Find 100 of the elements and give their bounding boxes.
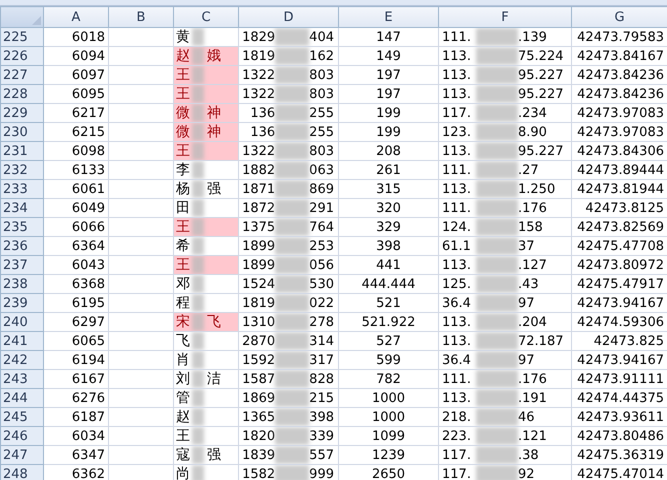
redaction-blur — [476, 218, 518, 236]
cell-text: 1872 — [242, 200, 276, 216]
column-header[interactable]: B — [108, 6, 174, 28]
redaction-blur — [476, 352, 518, 368]
redaction-blur — [275, 124, 310, 140]
row-header[interactable]: 227 — [0, 66, 44, 84]
cell-text: 1592 — [242, 352, 276, 368]
row-header[interactable]: 240 — [0, 312, 44, 332]
cell-text: 1882 — [242, 162, 276, 178]
cell-text: 1829 — [242, 30, 276, 44]
redaction-blur — [476, 66, 518, 84]
row-header[interactable]: 239 — [0, 294, 44, 312]
row-header[interactable]: 235 — [0, 218, 44, 236]
row-header[interactable]: 236 — [0, 236, 44, 256]
row-header[interactable]: 238 — [0, 274, 44, 294]
table-cell: 527 — [338, 332, 438, 350]
cell-text: 娥 — [207, 48, 221, 64]
redaction-blur — [275, 48, 310, 64]
row-header[interactable]: 230 — [0, 122, 44, 142]
row-header[interactable]: 231 — [0, 142, 44, 160]
redaction-blur — [275, 446, 310, 464]
cell-text: 803 — [309, 68, 334, 82]
table-cell: 329 — [338, 218, 438, 236]
redaction-blur — [192, 124, 204, 140]
row-header[interactable]: 225 — [0, 28, 44, 46]
row-header[interactable]: 243 — [0, 370, 44, 388]
redaction-blur — [192, 256, 204, 274]
cell-text: 022 — [309, 296, 334, 310]
redaction-blur — [275, 180, 310, 198]
cell-text: 111. — [442, 200, 472, 216]
row-header[interactable]: 226 — [0, 46, 44, 66]
redaction-blur — [192, 86, 204, 102]
cell-text: .27 — [518, 162, 539, 178]
cell-text: 255 — [309, 124, 334, 140]
row-header[interactable]: 242 — [0, 350, 44, 370]
row-header[interactable]: 247 — [0, 446, 44, 464]
table-cell: 261 — [338, 160, 438, 180]
table-cell: 6018 — [44, 28, 108, 46]
row-header[interactable]: 246 — [0, 426, 44, 446]
redaction-blur — [275, 352, 310, 368]
row-header[interactable]: 229 — [0, 104, 44, 122]
cell-text: 113. — [442, 144, 472, 158]
column-header[interactable]: A — [44, 6, 108, 28]
column-header[interactable]: F — [438, 6, 572, 28]
redaction-blur — [476, 294, 518, 312]
cell-text: 宋 — [176, 314, 190, 330]
cell-text: 162 — [309, 48, 334, 64]
cell-text: 1310 — [242, 314, 276, 330]
table-cell: 6347 — [44, 446, 108, 464]
cell-text: 113. — [442, 48, 472, 64]
cell-text: 李 — [176, 162, 190, 178]
cell-text: 王 — [176, 218, 190, 236]
row-header[interactable]: 241 — [0, 332, 44, 350]
table-cell: 197 — [338, 84, 438, 104]
redaction-blur — [275, 28, 310, 46]
cell-text: 1322 — [242, 144, 276, 158]
table-cell: 521.922 — [338, 312, 438, 332]
row-header[interactable]: 237 — [0, 256, 44, 274]
row-header[interactable]: 245 — [0, 408, 44, 426]
row-header[interactable]: 234 — [0, 198, 44, 218]
table-cell: 6297 — [44, 312, 108, 332]
cell-text: 123. — [442, 124, 472, 140]
row-header[interactable]: 233 — [0, 180, 44, 198]
table-cell: 521 — [338, 294, 438, 312]
redaction-blur — [476, 180, 518, 198]
cell-text: 764 — [309, 220, 334, 234]
cell-text: 215 — [309, 390, 334, 406]
column-header[interactable]: G — [572, 6, 667, 28]
row-header[interactable]: 248 — [0, 464, 44, 480]
row-header[interactable]: 232 — [0, 160, 44, 180]
cell-text: 869 — [309, 182, 334, 196]
redaction-blur — [192, 162, 204, 178]
cell-text: 223. — [442, 428, 472, 444]
table-cell: 6217 — [44, 104, 108, 122]
select-all-corner[interactable] — [0, 6, 44, 28]
cell-text: 神 — [207, 104, 221, 122]
redaction-blur — [275, 294, 310, 312]
cell-text: 113. — [442, 334, 472, 348]
redaction-blur — [275, 104, 310, 122]
column-header[interactable]: E — [338, 6, 438, 28]
table-cell: 6215 — [44, 122, 108, 142]
cell-text: .191 — [518, 390, 547, 406]
cell-text: 113. — [442, 258, 472, 272]
column-header[interactable]: D — [238, 6, 338, 28]
row-header[interactable]: 228 — [0, 84, 44, 104]
cell-text: .43 — [518, 276, 539, 292]
row-header[interactable]: 244 — [0, 388, 44, 408]
redaction-blur — [192, 314, 204, 330]
redaction-blur — [192, 370, 204, 388]
cell-text: 117. — [442, 106, 472, 120]
redaction-blur — [275, 370, 310, 388]
redaction-blur — [476, 370, 518, 388]
table-cell: 1000 — [338, 388, 438, 408]
cell-text: 113. — [442, 390, 472, 406]
table-cell: 6034 — [44, 426, 108, 446]
column-header[interactable]: C — [174, 6, 238, 28]
table-cell: 441 — [338, 256, 438, 274]
table-cell: 599 — [338, 350, 438, 370]
cell-text: 飞 — [207, 314, 221, 330]
cell-text: 微 — [176, 104, 190, 122]
